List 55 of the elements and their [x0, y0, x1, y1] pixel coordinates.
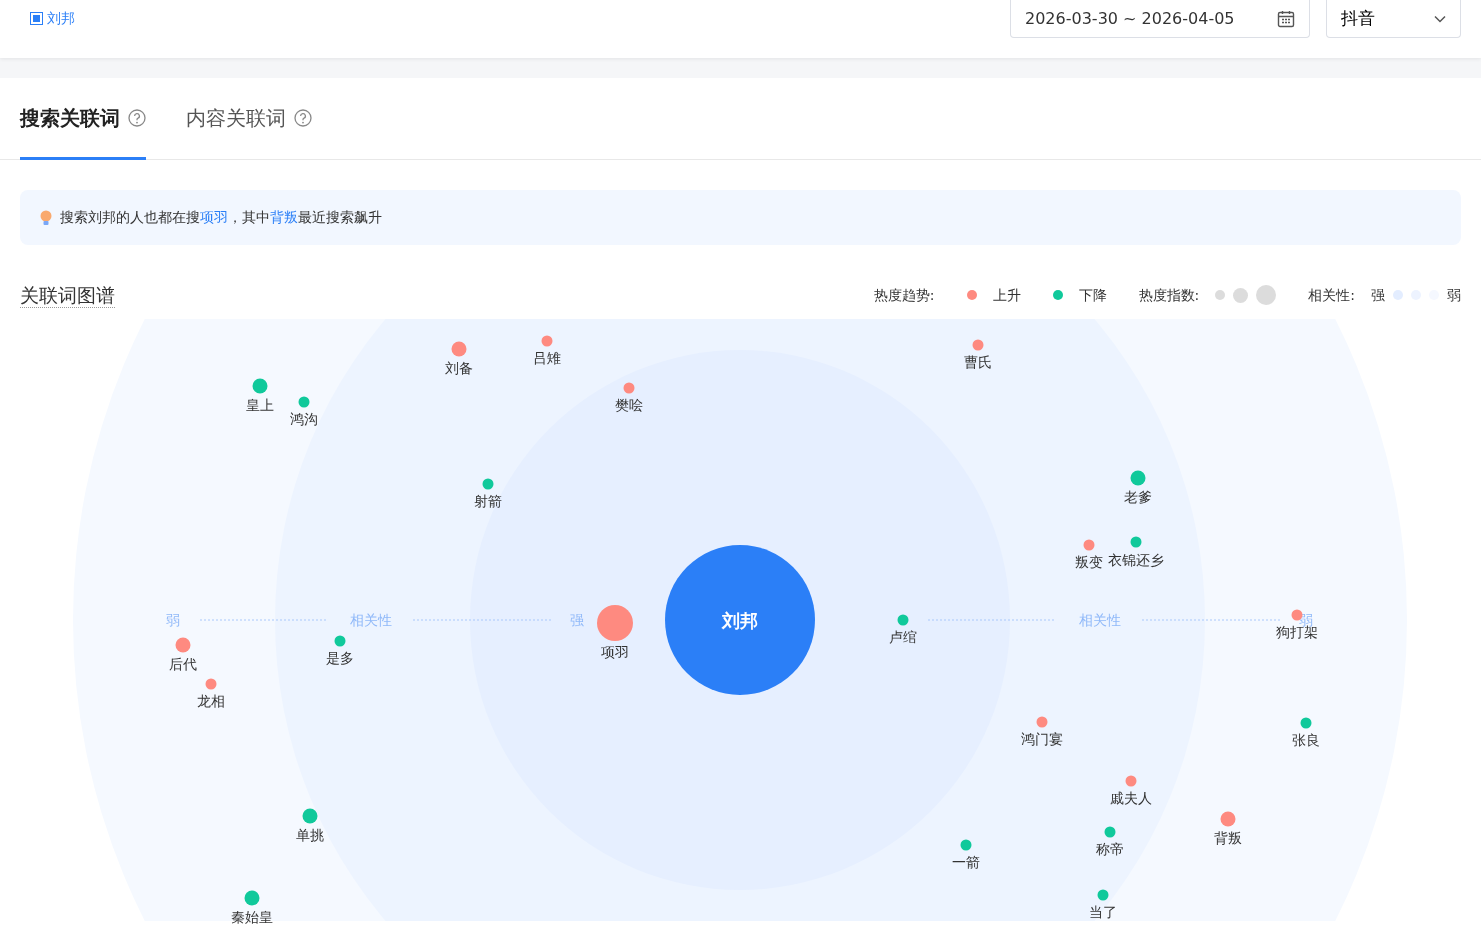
help-icon: [294, 108, 312, 127]
keyword-label: 鸿门宴: [1021, 730, 1063, 747]
help-icon: [128, 108, 146, 127]
keyword-label: 叛变: [1075, 553, 1103, 570]
keyword-label: 张良: [1292, 731, 1320, 748]
keyword-label: 老爹: [1124, 488, 1152, 505]
keyword-label: 衣锦还乡: [1108, 552, 1164, 568]
keyword-icon: [30, 12, 43, 25]
keyword-label: 单挑: [296, 826, 324, 843]
legend-label: 上升: [992, 285, 1021, 305]
keyword-label: 称帝: [1096, 840, 1124, 857]
legend-label: 弱: [1447, 285, 1461, 305]
heat-size-dot: [1233, 287, 1249, 303]
legend-label: 热度趋势:: [873, 285, 935, 305]
keyword-label: 秦始皇: [231, 908, 273, 925]
keyword-link[interactable]: 背叛: [270, 209, 298, 225]
legend-label: 热度指数:: [1138, 285, 1200, 305]
keyword-label: 戚夫人: [1110, 789, 1152, 806]
keyword-label: 皇上: [246, 396, 274, 413]
lightbulb-icon: [40, 209, 52, 226]
axis-label: 相关性: [1079, 612, 1121, 628]
keyword-label: 项羽: [601, 644, 629, 660]
heat-size-dot: [1215, 290, 1226, 300]
legend-label: 下降: [1078, 285, 1107, 305]
insight-text: 搜索刘邦的人也都在搜项羽，其中背叛最近搜索飙升: [60, 208, 382, 227]
chevron-down-icon: [1434, 14, 1446, 23]
keyword-label: 刘备: [445, 359, 473, 376]
axis-label: 相关性: [350, 612, 392, 628]
heat-size-dot: [1256, 285, 1277, 305]
keyword-label: 背叛: [1214, 829, 1242, 846]
relevance-dot: [1393, 290, 1403, 300]
keyword-label: 卢绾: [889, 628, 917, 645]
keyword-label: 后代: [169, 655, 197, 672]
keyword-link[interactable]: 项羽: [200, 209, 228, 225]
axis-label: 弱: [166, 612, 180, 628]
legend-label: 强: [1371, 285, 1385, 305]
date-range-field[interactable]: 2026-03-30 ~ 2026-04-05: [1010, 0, 1310, 38]
platform-select[interactable]: 抖音: [1326, 0, 1461, 38]
keyword-label: 曹氏: [964, 353, 992, 370]
legend-label: 相关性:: [1308, 285, 1355, 305]
keyword-label: 吕雉: [533, 349, 561, 366]
keyword-label: 是多: [326, 649, 354, 666]
keyword-label: 鸿沟: [290, 410, 318, 427]
keyword-label: 樊哙: [615, 396, 643, 413]
keyword-link[interactable]: 刘邦: [30, 8, 75, 29]
tab[interactable]: 搜索关联词: [20, 78, 146, 160]
keyword-label: 当了: [1089, 903, 1117, 920]
tab[interactable]: 内容关联词: [186, 78, 312, 160]
calendar-icon: [1277, 9, 1295, 28]
keyword-label: 龙相: [197, 692, 225, 709]
axis-label: 强: [570, 612, 584, 628]
keyword-label: 一箭: [952, 853, 980, 870]
section-title: 关联词图谱: [20, 282, 115, 308]
center-label: 刘邦: [722, 609, 758, 631]
keyword-label: 射箭: [474, 492, 502, 509]
